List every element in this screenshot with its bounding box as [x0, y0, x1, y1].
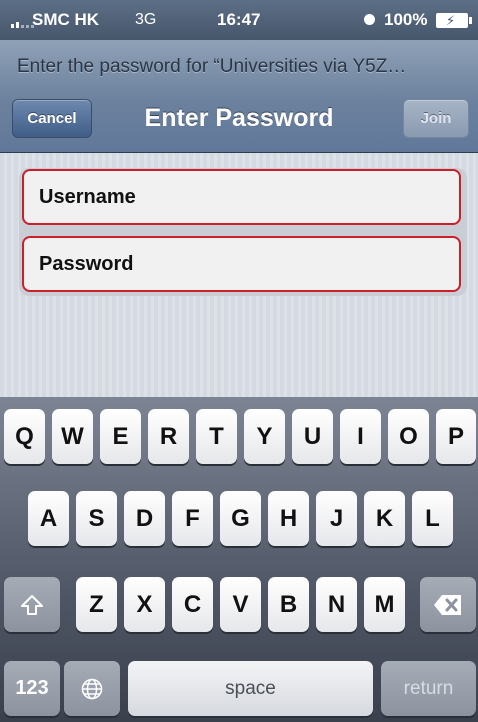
- globe-icon: [81, 678, 103, 699]
- navigation-bar: Enter the password for “Universities via…: [0, 40, 478, 153]
- signal-icon: [11, 22, 34, 28]
- key-h[interactable]: H: [268, 491, 309, 546]
- key-r[interactable]: R: [148, 409, 189, 464]
- key-c[interactable]: C: [172, 577, 213, 632]
- battery-charging-icon: ⚡: [436, 13, 472, 28]
- delete-icon: [434, 594, 461, 615]
- key-l[interactable]: L: [412, 491, 453, 546]
- key-t[interactable]: T: [196, 409, 237, 464]
- key-w[interactable]: W: [52, 409, 93, 464]
- key-g[interactable]: G: [220, 491, 261, 546]
- status-time: 16:47: [217, 10, 261, 29]
- form-area: Username Password: [0, 153, 478, 397]
- cancel-button[interactable]: Cancel: [12, 99, 92, 138]
- key-q[interactable]: Q: [4, 409, 45, 464]
- status-bar: SMC HK 3G 16:47 100% ⚡: [0, 0, 478, 40]
- key-e[interactable]: E: [100, 409, 141, 464]
- shift-icon: [21, 594, 43, 615]
- key-o[interactable]: O: [388, 409, 429, 464]
- space-key[interactable]: space: [128, 661, 373, 716]
- key-x[interactable]: X: [124, 577, 165, 632]
- key-s[interactable]: S: [76, 491, 117, 546]
- username-field[interactable]: Username: [22, 169, 461, 225]
- delete-key[interactable]: [420, 577, 476, 632]
- key-m[interactable]: M: [364, 577, 405, 632]
- key-p[interactable]: P: [436, 409, 476, 464]
- clock-icon: [364, 14, 375, 25]
- key-n[interactable]: N: [316, 577, 357, 632]
- key-k[interactable]: K: [364, 491, 405, 546]
- key-u[interactable]: U: [292, 409, 333, 464]
- password-field[interactable]: Password: [22, 236, 461, 292]
- credentials-group: Username Password: [19, 168, 467, 296]
- key-v[interactable]: V: [220, 577, 261, 632]
- password-prompt: Enter the password for “Universities via…: [17, 56, 407, 77]
- keyboard: Q W E R T Y U I O P A S D F G H J K L Z …: [0, 397, 478, 722]
- globe-key[interactable]: [64, 661, 120, 716]
- key-b[interactable]: B: [268, 577, 309, 632]
- join-button[interactable]: Join: [403, 99, 469, 138]
- key-f[interactable]: F: [172, 491, 213, 546]
- battery-percentage: 100%: [384, 10, 428, 29]
- key-d[interactable]: D: [124, 491, 165, 546]
- numbers-key[interactable]: 123: [4, 661, 60, 716]
- return-key[interactable]: return: [381, 661, 476, 716]
- key-i[interactable]: I: [340, 409, 381, 464]
- key-z[interactable]: Z: [76, 577, 117, 632]
- key-j[interactable]: J: [316, 491, 357, 546]
- shift-key[interactable]: [4, 577, 60, 632]
- key-y[interactable]: Y: [244, 409, 285, 464]
- key-a[interactable]: A: [28, 491, 69, 546]
- carrier-name: SMC HK: [32, 10, 100, 29]
- network-type: 3G: [135, 11, 157, 28]
